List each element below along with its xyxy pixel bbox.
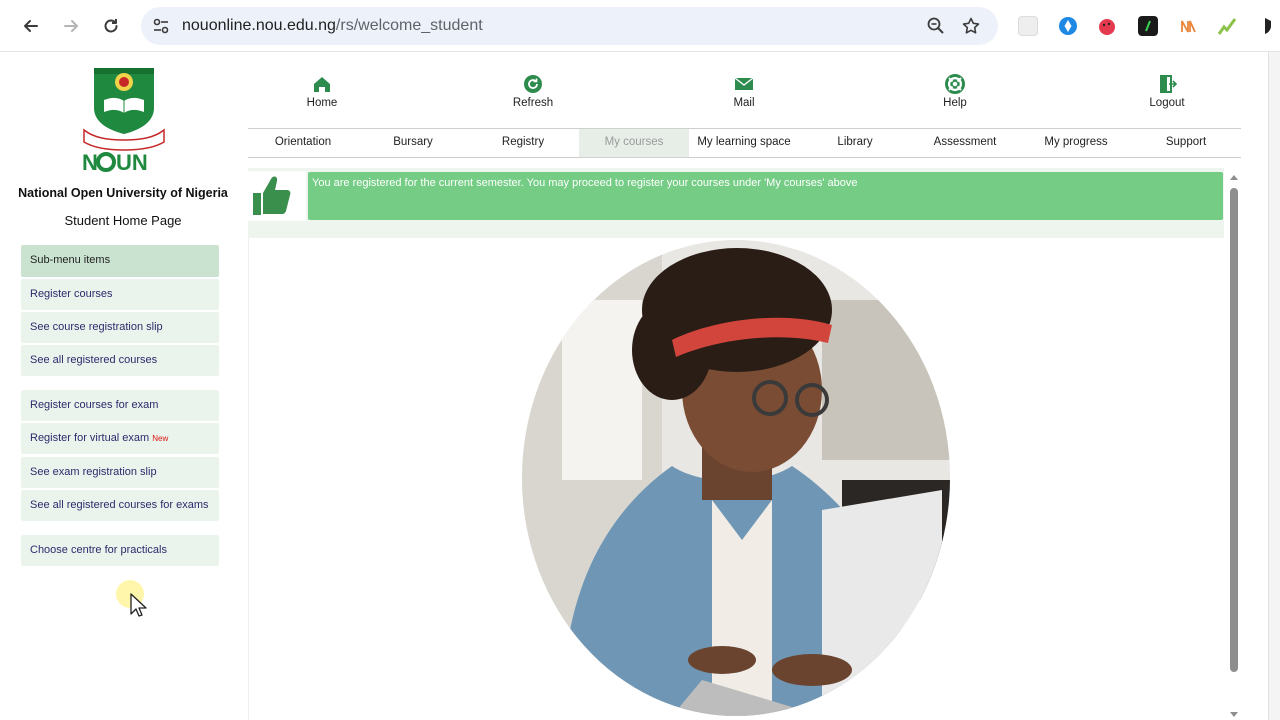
content-scroll-thumb[interactable]	[1230, 188, 1238, 672]
thumbs-up-icon	[248, 171, 306, 221]
svg-text:UN: UN	[116, 150, 148, 174]
menu-item-register-virtual-exam[interactable]: Register for virtual exam New	[21, 423, 219, 454]
tab-my-courses[interactable]: My courses	[579, 129, 689, 157]
nav-logout-label: Logout	[1149, 97, 1185, 109]
help-icon	[945, 74, 965, 94]
nav-refresh[interactable]: Refresh	[493, 74, 573, 109]
arrow-right-icon[interactable]	[58, 13, 84, 39]
main-tabs: Orientation Bursary Registry My courses …	[248, 128, 1241, 158]
logout-icon	[1157, 74, 1178, 94]
home-icon	[312, 74, 332, 94]
submenu-header: Sub-menu items	[21, 245, 219, 277]
page-subtitle: Student Home Page	[64, 213, 182, 228]
nav-home-label: Home	[306, 97, 338, 109]
tab-assessment[interactable]: Assessment	[910, 129, 1020, 157]
address-bar[interactable]: nouonline.nou.edu.ng/rs/welcome_student	[141, 7, 998, 45]
star-icon[interactable]	[961, 16, 981, 36]
reload-icon[interactable]	[98, 13, 124, 39]
extension-terminal-icon[interactable]	[1138, 16, 1158, 36]
menu-item-course-registration-slip[interactable]: See course registration slip	[21, 312, 219, 343]
extension-n-icon[interactable]	[1178, 16, 1198, 36]
registration-notice: You are registered for the current semes…	[308, 172, 1223, 220]
menu-item-label: Register for virtual exam	[30, 432, 150, 444]
tab-registry[interactable]: Registry	[468, 129, 578, 157]
mail-icon	[734, 74, 754, 94]
refresh-icon	[523, 74, 543, 94]
tab-bursary[interactable]: Bursary	[358, 129, 468, 157]
extension-drop-icon[interactable]	[1058, 16, 1078, 36]
tab-my-progress[interactable]: My progress	[1021, 129, 1131, 157]
tab-support[interactable]: Support	[1131, 129, 1241, 157]
zoom-icon[interactable]	[926, 16, 946, 36]
extension-chart-icon[interactable]	[1217, 16, 1237, 36]
page-scrollbar[interactable]	[1268, 52, 1280, 720]
tab-library[interactable]: Library	[800, 129, 910, 157]
nav-refresh-label: Refresh	[512, 97, 554, 109]
menu-item-all-registered-exams[interactable]: See all registered courses for exams	[21, 490, 219, 521]
tab-orientation[interactable]: Orientation	[248, 129, 358, 157]
nav-logout[interactable]: Logout	[1127, 74, 1207, 109]
student-photo	[522, 240, 950, 716]
extension-shield-icon[interactable]	[1258, 16, 1272, 36]
nav-mail-label: Mail	[733, 97, 755, 109]
university-name: National Open University of Nigeria	[18, 186, 228, 200]
menu-item-choose-practical-centre[interactable]: Choose centre for practicals	[21, 535, 219, 566]
url-text[interactable]: nouonline.nou.edu.ng/rs/welcome_student	[182, 17, 483, 35]
tab-my-learning-space[interactable]: My learning space	[689, 129, 799, 157]
nav-help[interactable]: Help	[915, 74, 995, 109]
nav-help-label: Help	[943, 97, 967, 109]
menu-item-all-registered-courses[interactable]: See all registered courses	[21, 345, 219, 376]
new-badge: New	[152, 434, 169, 443]
extension-strawberry-icon[interactable]	[1097, 16, 1117, 36]
menu-item-register-courses[interactable]: Register courses	[21, 279, 219, 310]
arrow-left-icon[interactable]	[18, 13, 44, 39]
browser-toolbar: nouonline.nou.edu.ng/rs/welcome_student	[0, 0, 1280, 52]
noun-logo: N UN	[78, 66, 170, 175]
site-settings-icon[interactable]	[151, 16, 171, 36]
mouse-cursor	[114, 578, 148, 618]
nav-home[interactable]: Home	[282, 74, 362, 109]
menu-item-exam-registration-slip[interactable]: See exam registration slip	[21, 457, 219, 488]
menu-item-register-courses-exam[interactable]: Register courses for exam	[21, 390, 219, 421]
svg-text:N: N	[82, 150, 98, 174]
nav-mail[interactable]: Mail	[704, 74, 784, 109]
extension-blank-icon[interactable]	[1018, 16, 1038, 36]
